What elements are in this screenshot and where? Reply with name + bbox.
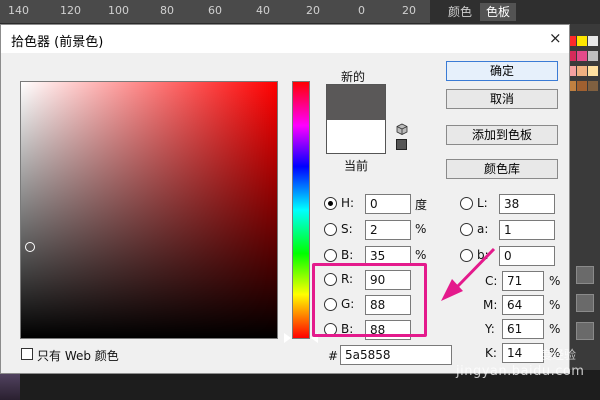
swatch[interactable] bbox=[577, 81, 587, 91]
ruler-tick-label: 80 bbox=[160, 4, 174, 17]
swatch[interactable] bbox=[577, 51, 587, 61]
swatch[interactable] bbox=[588, 81, 598, 91]
panel-icon[interactable] bbox=[576, 266, 594, 284]
annotation-arrow-icon bbox=[441, 247, 496, 301]
panel-icon[interactable] bbox=[576, 322, 594, 340]
tab-swatches[interactable]: 色板 bbox=[480, 3, 517, 21]
web-colors-only-checkbox[interactable] bbox=[21, 348, 33, 360]
hex-input[interactable]: 5a5858 bbox=[340, 345, 452, 365]
swatch[interactable] bbox=[588, 51, 598, 61]
watermark-site: jingyan.baidu.com bbox=[456, 364, 585, 379]
side-panel-icons bbox=[566, 262, 600, 350]
swatch[interactable] bbox=[577, 66, 587, 76]
swatch[interactable] bbox=[577, 36, 587, 46]
ruler-tick-label: 20 bbox=[402, 4, 416, 17]
web-colors-only-label: 只有 Web 颜色 bbox=[37, 349, 119, 363]
hex-prefix: # bbox=[328, 349, 339, 363]
ruler-tick-label: 20 bbox=[306, 4, 320, 17]
ruler-tick-label: 0 bbox=[358, 4, 365, 17]
ruler-tick-label: 140 bbox=[8, 4, 29, 17]
swatch[interactable] bbox=[588, 66, 598, 76]
ruler-tick-label: 100 bbox=[108, 4, 129, 17]
tab-color[interactable]: 颜色 bbox=[442, 3, 478, 21]
ruler-tick-label: 40 bbox=[256, 4, 270, 17]
color-picker-dialog: 拾色器 (前景色) × 新的 当前 确定 取消 添加到色板 颜色库 H: 0 度… bbox=[0, 24, 570, 374]
swatch[interactable] bbox=[588, 36, 598, 46]
watermark-brand: 百度经验 bbox=[528, 348, 577, 362]
panel-tab-bar: 颜色 色板 bbox=[430, 0, 600, 24]
ruler-tick-label: 60 bbox=[208, 4, 222, 17]
horizontal-ruler: 140 120 100 80 60 40 20 0 20 bbox=[0, 0, 430, 24]
camera-icon[interactable] bbox=[576, 294, 594, 312]
swatch-grid bbox=[566, 36, 600, 96]
ruler-tick-label: 120 bbox=[60, 4, 81, 17]
